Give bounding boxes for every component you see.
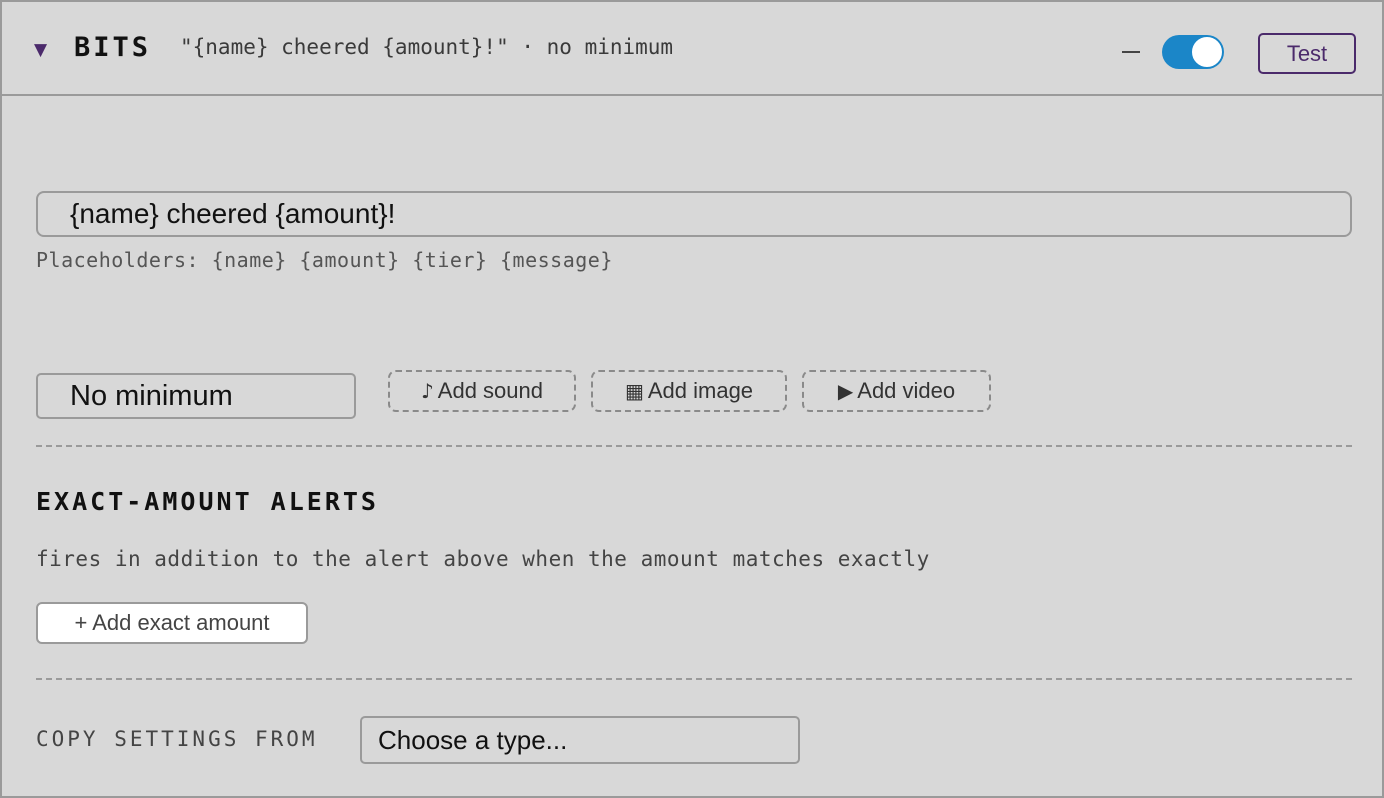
- toggle-knob: [1191, 36, 1223, 68]
- test-button[interactable]: Test: [1258, 33, 1356, 74]
- add-video-label: Add video: [857, 378, 956, 403]
- exact-amount-title: EXACT-AMOUNT ALERTS: [36, 487, 379, 516]
- add-exact-amount-button[interactable]: + Add exact amount: [36, 602, 308, 644]
- copy-settings-select[interactable]: Choose a type...: [360, 716, 800, 764]
- add-sound-button[interactable]: ♪ Add sound: [388, 370, 576, 412]
- placeholders-help-text: Placeholders: {name} {amount} {tier} {me…: [36, 248, 613, 272]
- music-note-icon: ♪: [421, 379, 434, 403]
- copy-settings-label: COPY SETTINGS FROM: [36, 727, 318, 751]
- image-icon: ▦: [624, 379, 644, 403]
- exact-amount-description: fires in addition to the alert above whe…: [36, 547, 930, 571]
- section-divider: [36, 445, 1352, 447]
- section-divider: [36, 678, 1352, 680]
- play-icon: ▶: [837, 379, 854, 403]
- panel-header[interactable]: ▼ BITS "{name} cheered {amount}!" · no m…: [2, 2, 1382, 96]
- alert-summary: "{name} cheered {amount}!" · no minimum: [180, 35, 674, 59]
- minimize-icon[interactable]: [1122, 51, 1140, 53]
- alert-type-panel: ▼ BITS "{name} cheered {amount}!" · no m…: [0, 0, 1384, 798]
- alert-type-title: BITS: [74, 32, 152, 63]
- message-template-input[interactable]: {name} cheered {amount}!: [36, 191, 1352, 237]
- minimum-amount-select[interactable]: No minimum: [36, 373, 356, 419]
- add-video-button[interactable]: ▶ Add video: [802, 370, 991, 412]
- add-image-label: Add image: [647, 378, 754, 403]
- add-image-button[interactable]: ▦ Add image: [591, 370, 787, 412]
- enabled-toggle[interactable]: [1162, 35, 1224, 69]
- add-sound-label: Add sound: [437, 378, 543, 403]
- collapse-caret-icon[interactable]: ▼: [34, 40, 47, 60]
